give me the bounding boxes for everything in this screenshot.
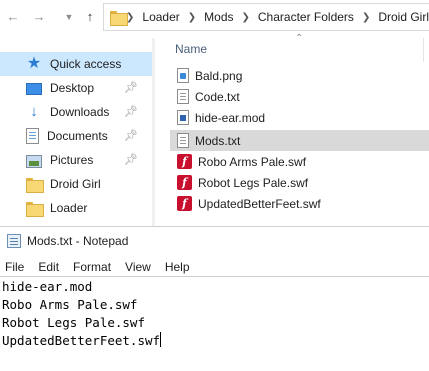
navigation-scrollbar[interactable] — [152, 38, 155, 226]
list-item[interactable]: f Robot Legs Pale.swf — [170, 172, 429, 193]
text-editor[interactable]: hide-ear.mod Robo Arms Pale.swf Robot Le… — [0, 276, 429, 371]
flash-file-icon: f — [177, 175, 192, 190]
sidebar-item-droid-girl[interactable]: Droid Girl — [0, 172, 152, 196]
notepad-title-bar[interactable]: Mods.txt - Notepad — [0, 227, 429, 255]
sidebar-item-desktop[interactable]: Desktop 📌︎ — [0, 76, 152, 100]
star-icon: ★ — [26, 55, 42, 72]
desktop-icon — [26, 83, 42, 95]
breadcrumb-item-loader[interactable]: Loader — [142, 10, 179, 24]
breadcrumb-separator-icon[interactable]: ❯ — [242, 12, 250, 23]
sidebar-item-loader[interactable]: Loader — [0, 196, 152, 220]
file-list: ⌃ Name Bald.png Code.txt hide-ear.mod Mo… — [158, 33, 429, 226]
list-item-selected[interactable]: Mods.txt — [170, 130, 429, 151]
menu-file[interactable]: File — [5, 260, 24, 274]
navigation-pane: ★ Quick access Desktop 📌︎ ↓ Downloads 📌︎… — [0, 36, 152, 226]
file-name: Code.txt — [195, 89, 240, 104]
breadcrumb-item-character-folders[interactable]: Character Folders — [258, 10, 354, 24]
recent-locations-chevron-icon[interactable]: ▼ — [61, 9, 77, 25]
flash-file-icon: f — [177, 196, 192, 211]
text-line-content: UpdatedBetterFeet.swf — [2, 333, 161, 348]
address-bar: ← → ▼ ↑ ❯ Loader ❯ Mods ❯ Character Fold… — [0, 0, 429, 34]
text-line-last: UpdatedBetterFeet.swf — [2, 332, 429, 350]
documents-icon — [26, 128, 39, 144]
breadcrumb[interactable]: ❯ Loader ❯ Mods ❯ Character Folders ❯ Dr… — [103, 3, 429, 31]
up-arrow-icon[interactable]: ↑ — [82, 9, 98, 25]
file-name: UpdatedBetterFeet.swf — [198, 196, 321, 211]
sidebar-item-quick-access[interactable]: ★ Quick access — [0, 52, 152, 76]
window-title: Mods.txt - Notepad — [27, 234, 129, 248]
sidebar-item-label: Pictures — [50, 153, 94, 167]
sidebar-item-label: Droid Girl — [50, 177, 101, 191]
forward-arrow-icon[interactable]: → — [31, 9, 47, 25]
breadcrumb-item-mods[interactable]: Mods — [204, 10, 233, 24]
sidebar-item-label: Desktop — [50, 81, 95, 95]
text-line: Robo Arms Pale.swf — [2, 297, 138, 312]
pin-icon[interactable]: 📌︎ — [124, 105, 138, 118]
sidebar-item-label: Quick access — [50, 57, 122, 71]
png-file-icon — [177, 68, 189, 83]
column-divider[interactable] — [423, 38, 424, 62]
folder-icon — [26, 201, 44, 217]
text-file-icon — [177, 133, 189, 148]
menu-format[interactable]: Format — [73, 260, 111, 274]
pin-icon[interactable]: 📌︎ — [124, 129, 138, 142]
breadcrumb-item-droid-girl[interactable]: Droid Girl — [378, 10, 429, 24]
sidebar-item-label: Downloads — [50, 105, 110, 119]
text-line: hide-ear.mod — [2, 279, 93, 294]
menu-view[interactable]: View — [125, 260, 151, 274]
flash-file-icon: f — [177, 154, 192, 169]
file-name: Robo Arms Pale.swf — [198, 154, 307, 169]
pin-icon[interactable]: 📌︎ — [124, 81, 138, 94]
sidebar-item-downloads[interactable]: ↓ Downloads 📌︎ — [0, 100, 152, 124]
pin-icon[interactable]: 📌︎ — [124, 153, 138, 166]
sidebar-item-label: Documents — [47, 129, 108, 143]
breadcrumb-separator-icon[interactable]: ❯ — [362, 12, 370, 23]
menu-help[interactable]: Help — [165, 260, 190, 274]
mod-file-icon — [177, 110, 189, 125]
text-line: Robot Legs Pale.swf — [2, 315, 145, 330]
column-header-name[interactable]: Name — [175, 42, 207, 56]
file-name: hide-ear.mod — [195, 110, 266, 125]
sort-ascending-icon: ⌃ — [295, 33, 304, 44]
list-item[interactable]: f Robo Arms Pale.swf — [170, 151, 429, 172]
notepad-window: Mods.txt - Notepad File Edit Format View… — [0, 226, 429, 371]
menu-bar: File Edit Format View Help — [0, 257, 429, 276]
back-arrow-icon[interactable]: ← — [5, 9, 21, 25]
file-name: Robot Legs Pale.swf — [198, 175, 309, 190]
breadcrumb-separator-icon[interactable]: ❯ — [188, 12, 196, 23]
menu-edit[interactable]: Edit — [38, 260, 59, 274]
list-item[interactable]: f UpdatedBetterFeet.swf — [170, 193, 429, 214]
text-file-icon — [177, 89, 189, 104]
folder-icon — [26, 177, 44, 193]
pictures-icon — [26, 154, 42, 168]
text-cursor — [160, 332, 162, 347]
file-name: Bald.png — [195, 68, 243, 83]
file-name: Mods.txt — [195, 133, 241, 148]
sidebar-item-pictures[interactable]: Pictures 📌︎ — [0, 148, 152, 172]
list-item[interactable]: Code.txt — [170, 86, 429, 107]
folder-icon — [110, 10, 128, 26]
sidebar-item-documents[interactable]: Documents 📌︎ — [0, 124, 152, 148]
notepad-icon[interactable] — [7, 234, 21, 248]
list-item[interactable]: hide-ear.mod — [170, 107, 429, 128]
file-explorer-window: ← → ▼ ↑ ❯ Loader ❯ Mods ❯ Character Fold… — [0, 0, 429, 226]
download-icon: ↓ — [30, 103, 38, 120]
sidebar-item-label: Loader — [50, 201, 88, 215]
list-item[interactable]: Bald.png — [170, 65, 429, 86]
